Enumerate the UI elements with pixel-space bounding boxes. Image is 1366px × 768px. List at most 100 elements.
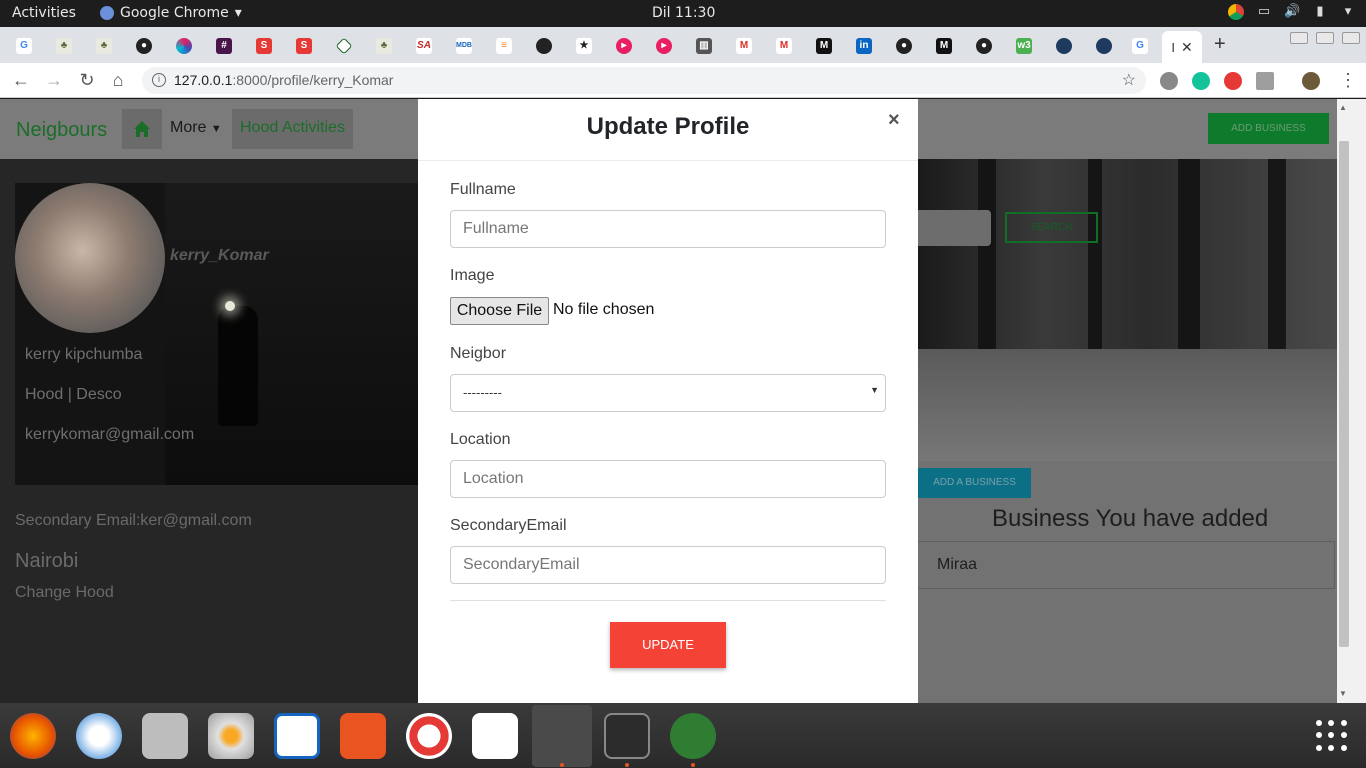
activities-button[interactable]: Activities [12, 5, 76, 21]
tab[interactable] [329, 33, 359, 59]
add-a-business-button[interactable]: ADD A BUSINESS [918, 468, 1031, 498]
tab[interactable] [1089, 33, 1119, 59]
neighbor-select-value: --------- [463, 385, 502, 400]
forward-arrow-icon[interactable]: → [42, 68, 66, 92]
tab[interactable]: S [249, 33, 279, 59]
profile-avatar-icon[interactable] [1302, 72, 1320, 90]
chromium-icon[interactable] [532, 705, 592, 767]
stackoverflow-icon: ≡ [496, 38, 512, 54]
tab[interactable]: ● [129, 33, 159, 59]
tab[interactable]: ● [969, 33, 999, 59]
tab[interactable]: # [209, 33, 239, 59]
minimize-window-button[interactable] [1290, 32, 1308, 44]
rhythmbox-icon[interactable] [208, 713, 254, 759]
extension-icon[interactable] [1224, 72, 1242, 90]
add-business-button[interactable]: ADD BUSINESS [1208, 113, 1329, 144]
volume-icon[interactable]: 🔊 [1284, 4, 1300, 20]
reload-icon[interactable]: ↻ [75, 68, 99, 92]
page-scrollbar[interactable]: ▲ ▼ [1337, 99, 1366, 703]
profile-card: kerry_Komar kerry kipchumba Hood | Desco… [15, 183, 420, 485]
back-arrow-icon[interactable]: ← [9, 68, 33, 92]
tab[interactable]: ▥ [689, 33, 719, 59]
tab[interactable]: ● [889, 33, 919, 59]
battery-icon[interactable]: ▮ [1312, 4, 1328, 20]
change-hood-link[interactable]: Change Hood [15, 584, 114, 602]
more-dropdown[interactable]: More ▼ [170, 119, 222, 137]
tab[interactable]: ≡ [489, 33, 519, 59]
codecademy-icon: S [256, 38, 272, 54]
url-text[interactable]: 127.0.0.1:8000/profile/kerry_Komar [174, 72, 393, 88]
extension-icon[interactable] [1160, 72, 1178, 90]
chrome-tray-icon[interactable] [1228, 4, 1244, 20]
tab[interactable]: M [729, 33, 759, 59]
terminal-icon[interactable] [604, 713, 650, 759]
extension-icon[interactable] [1256, 72, 1274, 90]
tab[interactable]: G [1125, 33, 1155, 59]
atom-icon[interactable] [670, 713, 716, 759]
fullname-input[interactable] [450, 210, 886, 248]
tab[interactable] [169, 33, 199, 59]
search-button[interactable]: SEARCH [1005, 212, 1098, 243]
scroll-down-arrow-icon[interactable]: ▼ [1339, 689, 1347, 698]
clock[interactable]: Dil 11:30 [652, 5, 715, 21]
tab[interactable]: ♣ [369, 33, 399, 59]
tab[interactable]: M [929, 33, 959, 59]
firefox-icon[interactable] [10, 713, 56, 759]
choose-file-button[interactable]: Choose File [450, 297, 549, 325]
close-window-button[interactable] [1342, 32, 1360, 44]
search-input[interactable] [918, 210, 991, 246]
modal-title: Update Profile [586, 113, 750, 140]
tab[interactable]: in [849, 33, 879, 59]
tab[interactable]: G [9, 33, 39, 59]
brand-logo[interactable]: Neigbours [16, 119, 107, 142]
tab[interactable] [529, 33, 559, 59]
tab[interactable]: M [769, 33, 799, 59]
software-center-icon[interactable] [340, 713, 386, 759]
maximize-window-button[interactable] [1316, 32, 1334, 44]
list-item[interactable]: Miraa [918, 541, 1335, 589]
show-applications-button[interactable] [1316, 720, 1348, 752]
circle-icon [536, 38, 552, 54]
tab[interactable]: ▸ [609, 33, 639, 59]
menu-kebab-icon[interactable]: ⋮ [1336, 68, 1360, 92]
caret-down-icon[interactable]: ▾ [1340, 4, 1356, 20]
grammarly-icon[interactable] [1192, 72, 1210, 90]
neighbor-select[interactable]: --------- ▼ [450, 374, 886, 412]
tab[interactable]: ▸ [649, 33, 679, 59]
home-icon[interactable]: ⌂ [106, 68, 130, 92]
scrollbar-thumb[interactable] [1339, 141, 1349, 647]
running-indicator [560, 763, 564, 767]
address-bar[interactable]: i 127.0.0.1:8000/profile/kerry_Komar ☆ [142, 67, 1146, 94]
hood-activities-link[interactable]: Hood Activities [232, 109, 353, 149]
amazon-icon[interactable] [472, 713, 518, 759]
browser-toolbar: ← → ↻ ⌂ i 127.0.0.1:8000/profile/kerry_K… [0, 63, 1366, 98]
tab[interactable] [1049, 33, 1079, 59]
home-button[interactable] [122, 109, 162, 149]
tab[interactable]: S [289, 33, 319, 59]
tab[interactable]: SA [409, 33, 439, 59]
location-input[interactable] [450, 460, 886, 498]
display-icon[interactable]: ▭ [1256, 4, 1272, 20]
close-icon[interactable]: × [888, 109, 900, 132]
close-tab-icon[interactable]: ✕ [1181, 39, 1193, 56]
new-tab-button[interactable]: + [1214, 33, 1226, 56]
update-button[interactable]: UPDATE [610, 622, 726, 668]
secondary-email-input[interactable] [450, 546, 886, 584]
tab[interactable]: M [809, 33, 839, 59]
scroll-up-arrow-icon[interactable]: ▲ [1339, 103, 1347, 112]
files-icon[interactable] [142, 713, 188, 759]
bookmark-star-icon[interactable]: ☆ [1122, 70, 1136, 90]
info-icon[interactable]: i [152, 73, 166, 87]
thunderbird-icon[interactable] [76, 713, 122, 759]
tab-active[interactable]: I ✕ [1162, 31, 1202, 63]
system-tray[interactable]: ▭ 🔊 ▮ ▾ [1228, 4, 1356, 20]
active-tab-label: I [1171, 39, 1175, 55]
libreoffice-writer-icon[interactable] [274, 713, 320, 759]
app-menu[interactable]: Google Chrome ▾ [100, 5, 242, 21]
help-icon[interactable] [406, 713, 452, 759]
tab[interactable]: MDB [449, 33, 479, 59]
tab[interactable]: ♣ [49, 33, 79, 59]
tab[interactable]: ♣ [89, 33, 119, 59]
tab[interactable]: w3 [1009, 33, 1039, 59]
tab[interactable]: ★ [569, 33, 599, 59]
